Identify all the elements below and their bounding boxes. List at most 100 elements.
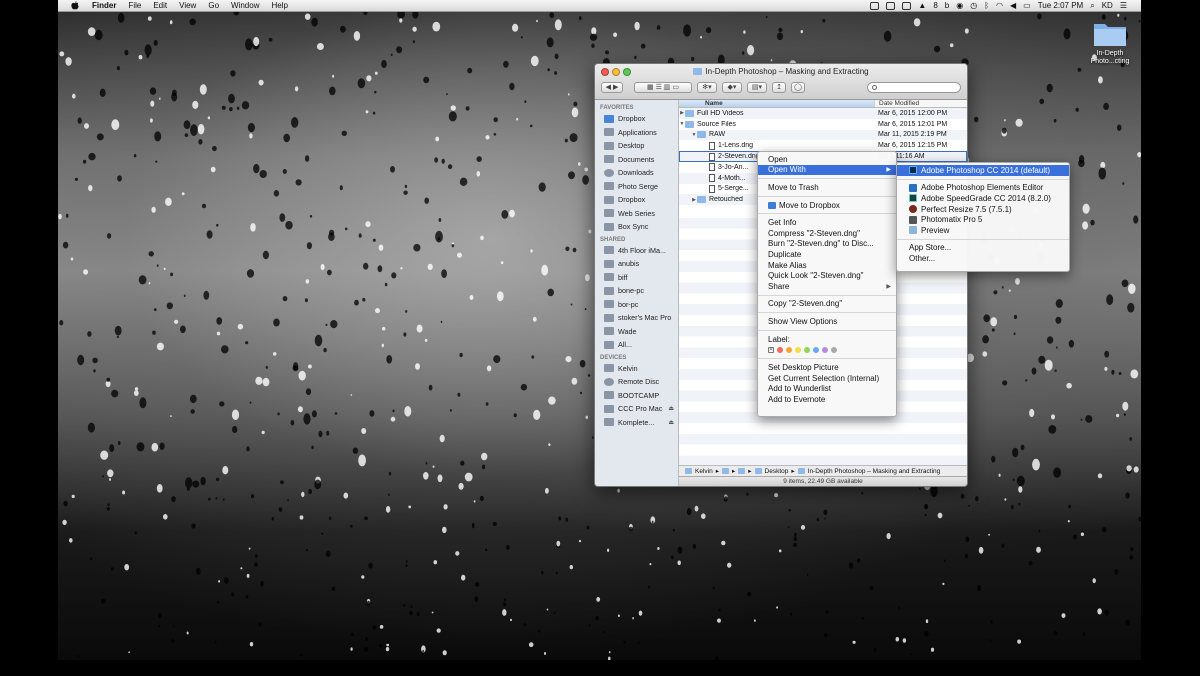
menu-item-make-alias[interactable]: Make Alias — [758, 260, 896, 271]
menu-app-name[interactable]: Finder — [92, 1, 116, 10]
table-row[interactable]: ▼ RAW Mar 11, 2015 2:19 PM — [679, 129, 967, 141]
menu-item-move-to-trash[interactable]: Move to Trash — [758, 182, 896, 193]
sidebar-item-shared-2[interactable]: anubis — [595, 257, 678, 271]
apple-icon[interactable] — [70, 1, 80, 10]
label-gray[interactable] — [831, 346, 837, 353]
label-orange[interactable] — [786, 346, 792, 353]
path-item-kelvin[interactable]: Kelvin — [695, 468, 713, 475]
evernote-icon[interactable] — [902, 1, 912, 10]
menu-item-preview[interactable]: Preview — [897, 225, 1069, 236]
sidebar-item-box-sync[interactable]: Box Sync — [595, 220, 678, 234]
sidebar-item-applications[interactable]: Applications — [595, 126, 678, 140]
sidebar-item-shared-5[interactable]: bor-pc — [595, 298, 678, 312]
menu-file[interactable]: File — [128, 1, 141, 10]
menu-item-photoshop-cc[interactable]: Adobe Photoshop CC 2014 (default) — [897, 165, 1069, 176]
menu-item-quick-look[interactable]: Quick Look "2-Steven.dng" — [758, 270, 896, 281]
forward-icon[interactable]: ▶ — [613, 83, 618, 91]
label-yellow[interactable] — [795, 346, 801, 353]
menu-item-speedgrade[interactable]: Adobe SpeedGrade CC 2014 (8.2.0) — [897, 193, 1069, 204]
title-bar[interactable]: In-Depth Photoshop – Masking and Extract… — [595, 64, 967, 100]
menu-item-open-with[interactable]: Open With ▶ — [758, 164, 896, 176]
sidebar-item-shared-4[interactable]: bone-pc — [595, 284, 678, 298]
list-view-icon[interactable]: ☰ — [656, 83, 662, 91]
battery-icon[interactable]: ▭ — [1023, 1, 1031, 10]
sidebar-item-dropbox[interactable]: Dropbox — [595, 112, 678, 126]
wifi-icon[interactable]: ◠ — [996, 1, 1003, 10]
menu-item-duplicate[interactable]: Duplicate — [758, 249, 896, 260]
sidebar-item-web-series[interactable]: Web Series — [595, 207, 678, 221]
menu-window[interactable]: Window — [231, 1, 259, 10]
menu-item-set-desktop-picture[interactable]: Set Desktop Picture — [758, 362, 896, 373]
eject-icon[interactable]: ⏏ — [668, 419, 674, 426]
path-item-current-folder[interactable]: In-Depth Photoshop – Masking and Extract… — [808, 468, 941, 475]
label-purple[interactable] — [822, 346, 828, 353]
menu-item-share[interactable]: Share ▶ — [758, 281, 896, 292]
sidebar-item-downloads[interactable]: Downloads — [595, 166, 678, 180]
menu-item-open[interactable]: Open — [758, 154, 896, 165]
menu-item-photoshop-elements[interactable]: Adobe Photoshop Elements Editor — [897, 183, 1069, 194]
dropbox-menu-icon[interactable] — [886, 1, 896, 10]
bluetooth-icon[interactable]: ᛒ — [984, 1, 989, 10]
column-name-header[interactable]: Name — [679, 100, 874, 107]
label-blue[interactable] — [813, 346, 819, 353]
desktop-folder[interactable]: In-Depth Photo...cting — [1085, 20, 1135, 66]
b-icon[interactable]: b — [945, 1, 949, 10]
menu-item-perfect-resize[interactable]: Perfect Resize 7.5 (7.5.1) — [897, 204, 1069, 215]
eject-icon[interactable]: ⏏ — [668, 405, 674, 412]
search-input[interactable] — [867, 81, 961, 93]
table-row[interactable]: ▼ Source Files Mar 6, 2015 12:01 PM — [679, 119, 967, 130]
sidebar-item-photo-serge[interactable]: Photo Serge — [595, 180, 678, 194]
search-spotlight-icon[interactable]: ⌕ — [1090, 1, 1094, 11]
adobe-icon[interactable]: ▲ — [918, 1, 926, 10]
sidebar-item-device-5[interactable]: Komplete... ⏏ — [595, 416, 678, 430]
menu-item-copy[interactable]: Copy "2-Steven.dng" — [758, 299, 896, 310]
sidebar-item-device-2[interactable]: Remote Disc — [595, 375, 678, 389]
time-machine-icon[interactable]: ◷ — [970, 1, 977, 10]
menu-view[interactable]: View — [179, 1, 196, 10]
menu-item-get-info[interactable]: Get Info — [758, 217, 896, 228]
screen-icon[interactable] — [870, 1, 880, 10]
sidebar-item-shared-all[interactable]: All... — [595, 338, 678, 352]
back-icon[interactable]: ◀ — [606, 83, 611, 91]
notification-center-icon[interactable]: ☰ — [1120, 1, 1127, 10]
menu-item-other[interactable]: Other... — [897, 253, 1069, 264]
menu-item-move-to-dropbox[interactable]: Move to Dropbox — [758, 200, 896, 211]
menu-item-app-store[interactable]: App Store... — [897, 243, 1069, 254]
label-green[interactable] — [804, 346, 810, 353]
view-mode-buttons[interactable]: ▦ ☰ ▥ ▭ — [634, 81, 692, 93]
table-row[interactable]: ▶ Full HD Videos Mar 6, 2015 12:00 PM — [679, 108, 967, 119]
tags-button[interactable]: ◯ — [791, 81, 805, 93]
sidebar-item-documents[interactable]: Documents — [595, 153, 678, 167]
volume-icon[interactable]: ◀ — [1010, 1, 1016, 10]
sidebar-item-shared-7[interactable]: Wade — [595, 325, 678, 339]
sidebar-item-shared-6[interactable]: stoker's Mac Pro — [595, 311, 678, 325]
icon-view-icon[interactable]: ▦ — [647, 83, 654, 91]
column-view-icon[interactable]: ▥ — [664, 83, 671, 91]
menu-item-photomatix[interactable]: Photomatix Pro 5 — [897, 214, 1069, 225]
menu-item-compress[interactable]: Compress "2-Steven.dng" — [758, 228, 896, 239]
menu-go[interactable]: Go — [208, 1, 219, 10]
sidebar-item-desktop[interactable]: Desktop — [595, 139, 678, 153]
sidebar-item-device-1[interactable]: Kelvin — [595, 362, 678, 376]
label-none-icon[interactable]: ✕ — [768, 346, 774, 353]
clock[interactable]: Tue 2:07 PM — [1038, 1, 1084, 10]
share-button[interactable]: ↥ — [772, 81, 786, 93]
sidebar-item-device-3[interactable]: BOOTCAMP — [595, 389, 678, 403]
back-forward-button[interactable]: ◀ ▶ — [601, 81, 623, 93]
menu-item-add-to-evernote[interactable]: Add to Evernote — [758, 394, 896, 405]
menu-edit[interactable]: Edit — [153, 1, 167, 10]
sidebar-item-device-4[interactable]: CCC Pro Mac ⏏ — [595, 402, 678, 416]
menu-help[interactable]: Help — [271, 1, 287, 10]
sidebar-item-shared-1[interactable]: 4th Floor iMa... — [595, 244, 678, 258]
menu-item-get-current-selection[interactable]: Get Current Selection (Internal) — [758, 373, 896, 384]
sidebar-item-dropbox-2[interactable]: Dropbox — [595, 193, 678, 207]
coverflow-icon[interactable]: ▭ — [672, 83, 679, 91]
menu-item-add-to-wunderlist[interactable]: Add to Wunderlist — [758, 384, 896, 395]
action-button[interactable]: ✻▾ — [697, 81, 717, 93]
path-item-desktop[interactable]: Desktop — [765, 468, 789, 475]
menu-item-burn[interactable]: Burn "2-Steven.dng" to Disc... — [758, 239, 896, 250]
menu-item-show-view-options[interactable]: Show View Options — [758, 316, 896, 327]
sidebar-item-shared-3[interactable]: biff — [595, 271, 678, 285]
sync-icon[interactable]: ◉ — [956, 1, 963, 10]
arrange-button[interactable]: ▤▾ — [747, 81, 767, 93]
